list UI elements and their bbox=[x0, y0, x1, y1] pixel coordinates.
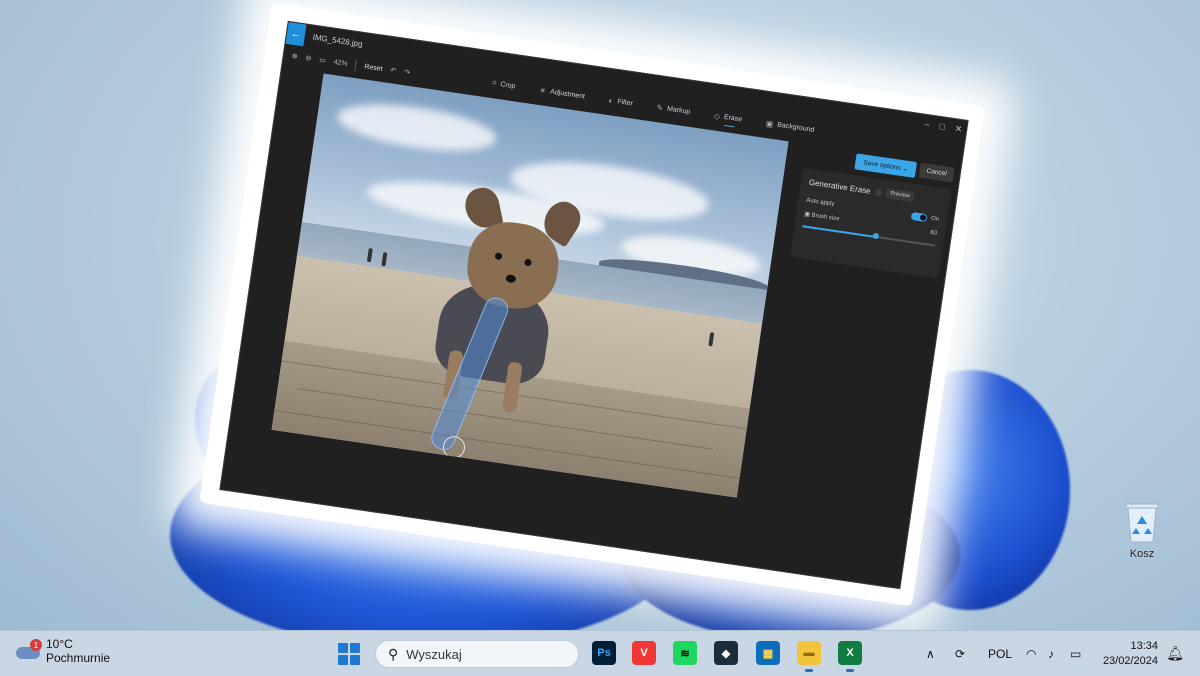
eraser-icon: ◇ bbox=[713, 110, 721, 121]
vivaldi-icon: V bbox=[640, 647, 648, 659]
crop-icon: ⌗ bbox=[491, 78, 498, 88]
clock-time: 13:34 bbox=[1130, 640, 1158, 652]
brush-size-label: Brush size bbox=[811, 212, 840, 223]
photoshop-icon: Ps bbox=[597, 647, 611, 659]
pen-icon: ✎ bbox=[655, 102, 664, 113]
zoom-level[interactable]: 42% bbox=[333, 58, 348, 67]
tab-label: Filter bbox=[616, 97, 634, 107]
reset-button[interactable]: Reset bbox=[364, 63, 383, 73]
excel-icon: X bbox=[846, 647, 854, 659]
cancel-button[interactable]: Cancel bbox=[918, 162, 955, 183]
search-icon: ⚲ bbox=[388, 645, 399, 662]
zoom-in-icon[interactable]: ⊕ bbox=[291, 52, 298, 61]
volume-icon[interactable]: ♪ bbox=[1048, 631, 1054, 676]
arrow-left-icon: ← bbox=[290, 27, 302, 41]
recycle-bin[interactable]: Kosz bbox=[1112, 500, 1172, 560]
battery-icon[interactable]: ▭ bbox=[1070, 631, 1081, 676]
cloud-icon: 1 bbox=[14, 639, 42, 661]
filter-icon: ◐ bbox=[608, 95, 615, 106]
auto-apply-label: Auto apply bbox=[805, 197, 835, 208]
tab-label: Erase bbox=[723, 113, 743, 123]
sync-icon[interactable]: ⟳ bbox=[955, 631, 965, 676]
brush-size-value: 60 bbox=[929, 229, 938, 237]
clock-date: 23/02/2024 bbox=[1102, 655, 1158, 667]
brush-icon: ▣ bbox=[803, 211, 811, 219]
info-icon[interactable]: ⓘ bbox=[875, 187, 882, 197]
wifi-icon[interactable]: ◠ bbox=[1026, 631, 1036, 676]
taskbar-app-vivaldi[interactable]: V bbox=[632, 641, 656, 665]
system-clock[interactable]: 13:34 23/02/2024 bbox=[1103, 639, 1158, 669]
taskbar-app-photoshop[interactable]: Ps bbox=[592, 641, 616, 665]
start-button[interactable] bbox=[338, 643, 360, 665]
app-dark-icon: ◆ bbox=[721, 647, 731, 660]
slider-thumb[interactable] bbox=[872, 232, 880, 240]
panel-title: Generative Erase bbox=[808, 177, 872, 196]
generative-erase-panel: Generative Erase ⓘ Preview Auto apply On… bbox=[790, 167, 952, 279]
zoom-out-icon[interactable]: ⊖ bbox=[305, 54, 312, 63]
language-indicator[interactable]: POL bbox=[988, 631, 1012, 676]
store-icon: ▦ bbox=[762, 647, 774, 660]
sun-icon: ☀ bbox=[538, 85, 547, 96]
taskbar-app-spotify[interactable]: ≋ bbox=[673, 641, 697, 665]
fit-icon[interactable]: ▭ bbox=[319, 56, 327, 65]
search-box[interactable]: ⚲ Wyszukaj bbox=[375, 640, 579, 668]
auto-apply-state: On bbox=[930, 215, 940, 223]
weather-condition: Pochmurnie bbox=[46, 651, 111, 665]
tab-label: Crop bbox=[499, 80, 516, 90]
weather-widget[interactable]: 1 10°C Pochmurnie bbox=[14, 637, 110, 665]
close-button[interactable]: ✕ bbox=[954, 123, 963, 135]
recycle-bin-icon bbox=[1124, 500, 1160, 544]
running-indicator bbox=[805, 669, 813, 672]
tab-label: Markup bbox=[666, 105, 691, 116]
spotify-icon: ≋ bbox=[680, 647, 690, 660]
taskbar: 1 10°C Pochmurnie ⚲ Wyszukaj Ps V ≋ ◆ ▦ ▬ X ∧ … bbox=[0, 630, 1200, 676]
show-hidden-icons[interactable]: ∧ bbox=[926, 631, 935, 676]
save-options-button[interactable]: Save options ⌄ bbox=[854, 153, 918, 178]
chevron-down-icon: ⌄ bbox=[901, 165, 909, 173]
taskbar-app-store[interactable]: ▦ bbox=[756, 641, 780, 665]
photos-editor-window: ← IMG_5428.jpg – □ ✕ ⊕ ⊖ ▭ 42% Reset ↶ ↷… bbox=[219, 20, 969, 590]
search-placeholder: Wyszukaj bbox=[406, 646, 462, 662]
taskbar-app-app-dark[interactable]: ◆ bbox=[714, 641, 738, 665]
slider-fill bbox=[802, 225, 876, 238]
save-label: Save options bbox=[862, 159, 902, 172]
redo-icon[interactable]: ↷ bbox=[404, 68, 411, 77]
running-indicator bbox=[846, 669, 854, 672]
minimize-button[interactable]: – bbox=[924, 119, 930, 131]
taskbar-app-excel[interactable]: X bbox=[838, 641, 862, 672]
preview-badge: Preview bbox=[885, 188, 915, 202]
maximize-button[interactable]: □ bbox=[939, 121, 946, 133]
background-icon: ▣ bbox=[765, 118, 775, 129]
taskbar-app-explorer[interactable]: ▬ bbox=[797, 641, 821, 672]
back-button[interactable]: ← bbox=[285, 21, 307, 47]
explorer-icon: ▬ bbox=[803, 647, 815, 659]
photo-canvas[interactable] bbox=[271, 73, 789, 498]
auto-apply-toggle[interactable] bbox=[910, 211, 928, 223]
weather-temp: 10°C bbox=[46, 637, 73, 651]
recycle-bin-label: Kosz bbox=[1129, 548, 1155, 560]
divider bbox=[354, 59, 358, 72]
notification-bell-icon[interactable]: 🔔︎ bbox=[1166, 645, 1184, 662]
file-name: IMG_5428.jpg bbox=[312, 32, 364, 49]
notification-badge: 1 bbox=[30, 639, 42, 651]
undo-icon[interactable]: ↶ bbox=[390, 66, 397, 75]
